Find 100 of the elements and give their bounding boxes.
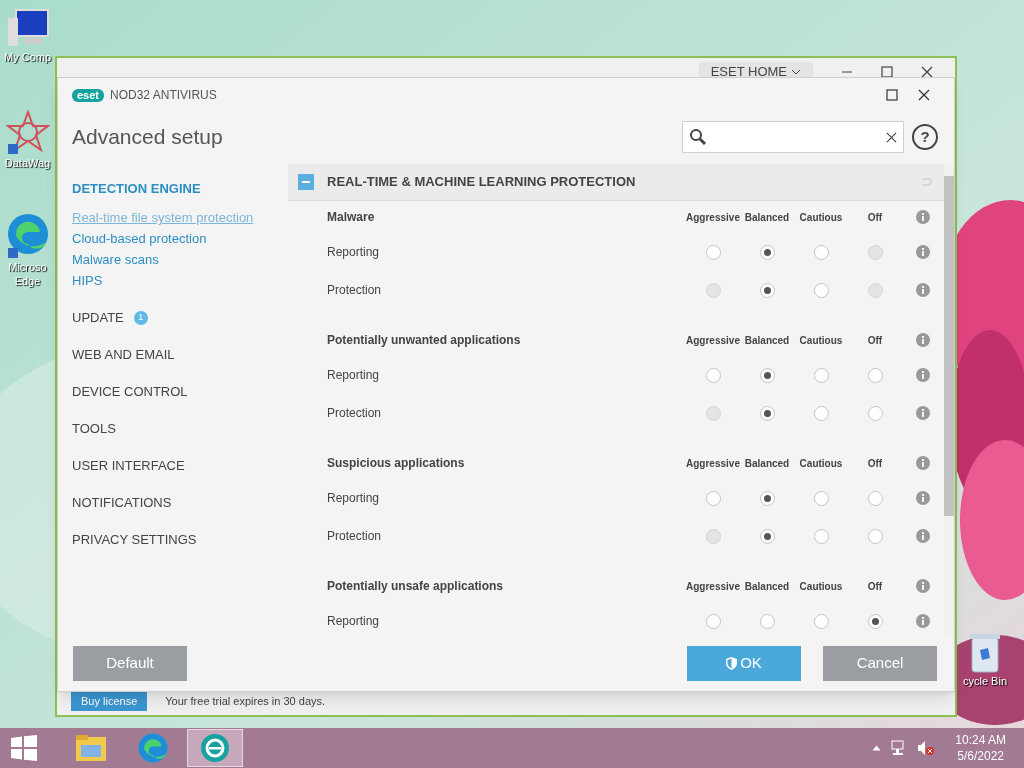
radio-button[interactable] [759,282,775,298]
column-header: Aggressive [686,579,740,594]
radio-button[interactable] [759,244,775,260]
radio-button[interactable] [813,282,829,298]
column-header: Balanced [743,210,791,225]
close-icon[interactable] [918,89,930,101]
radio-button[interactable] [759,405,775,421]
radio-button[interactable] [867,613,883,629]
chevron-down-icon[interactable] [791,69,801,75]
radio-button[interactable] [759,528,775,544]
radio-button[interactable] [813,490,829,506]
sidebar-item[interactable]: NOTIFICATIONS [72,492,172,513]
column-header: Cautious [798,333,844,348]
info-icon[interactable] [916,368,930,382]
radio-button[interactable] [705,367,721,383]
column-header: Off [866,456,884,471]
setting-label: Reporting [327,613,381,630]
clock-date: 5/6/2022 [957,748,1004,764]
setting-label: Protection [327,282,383,299]
edge-icon[interactable] [5,212,50,260]
group-title: Potentially unwanted applications [327,332,522,349]
info-icon[interactable] [916,614,930,628]
info-icon[interactable] [916,333,930,347]
info-icon[interactable] [916,210,930,224]
close-icon[interactable] [921,66,933,78]
setting-label: Reporting [327,367,381,384]
setting-label: Reporting [327,490,381,507]
radio-button[interactable] [867,490,883,506]
start-icon[interactable] [11,735,37,761]
section-header[interactable]: REAL-TIME & MACHINE LEARNING PROTECTION [288,164,944,201]
info-icon[interactable] [916,283,930,297]
muted-speaker-icon[interactable] [917,740,936,756]
sidebar-item[interactable]: WEB AND EMAIL [72,344,175,365]
icon-label: Microso [8,260,47,274]
trial-notice: Your free trial expires in 30 days. [165,693,326,709]
radio-button[interactable] [813,528,829,544]
radio-button[interactable] [867,405,883,421]
column-header: Aggressive [686,210,740,225]
column-header: Aggressive [686,333,740,348]
search-icon [689,128,707,146]
sidebar-item[interactable]: PRIVACY SETTINGS [72,529,197,550]
collapse-icon[interactable] [298,174,314,190]
maximize-icon[interactable] [886,89,898,101]
column-header: Cautious [798,456,844,471]
info-icon[interactable] [916,491,930,505]
radio-button[interactable] [759,490,775,506]
icon-label: cycle Bin [963,674,1007,688]
search-field[interactable] [682,121,904,153]
group-title: Suspicious applications [327,455,466,472]
info-icon[interactable] [916,245,930,259]
help-button[interactable]: ? [912,124,938,150]
maximize-icon[interactable] [881,66,893,78]
radio-button[interactable] [813,613,829,629]
radio-button[interactable] [813,244,829,260]
column-header: Off [866,333,884,348]
sidebar-item[interactable]: TOOLS [72,418,116,439]
icon-label: DataWag [4,156,51,170]
section-title: REAL-TIME & MACHINE LEARNING PROTECTION [327,173,636,192]
taskbar-button[interactable] [187,729,243,767]
sidebar-item[interactable]: UPDATE [72,307,124,328]
radio-button[interactable] [867,367,883,383]
sidebar-item[interactable]: USER INTERFACE [72,455,185,476]
clear-icon[interactable] [886,131,897,143]
folder-icon[interactable] [75,733,107,763]
radio-button[interactable] [813,405,829,421]
setting-label: Reporting [327,244,381,261]
radio-button[interactable] [705,613,721,629]
radio-button[interactable] [759,613,775,629]
radio-button[interactable] [705,244,721,260]
chevron-up-icon[interactable] [872,745,882,751]
group-title: Potentially unsafe applications [327,578,505,595]
shield-icon [726,657,738,670]
group-title: Malware [327,209,376,226]
brand-logo: eset [72,88,105,102]
icon-label: Edge [14,274,41,288]
setting-label: Protection [327,405,383,422]
radio-button[interactable] [705,490,721,506]
edge-icon[interactable] [137,732,169,764]
radio-button[interactable] [759,367,775,383]
info-icon[interactable] [916,529,930,543]
column-header: Balanced [743,456,791,471]
info-icon[interactable] [916,579,930,593]
clock-time: 10:24 AM [955,732,1006,748]
column-header: Cautious [798,210,844,225]
product-name: NOD32 ANTIVIRUS [110,87,217,104]
column-header: Balanced [743,579,791,594]
radio-button[interactable] [867,528,883,544]
radio-button[interactable] [813,367,829,383]
column-header: Off [866,210,884,225]
column-header: Aggressive [686,456,740,471]
sidebar-item[interactable]: DEVICE CONTROL [72,381,188,402]
column-header: Balanced [743,333,791,348]
shield-app-icon[interactable] [200,733,230,763]
page-title: Advanced setup [72,124,223,151]
column-header: Off [866,579,884,594]
info-icon[interactable] [916,406,930,420]
scrollbar[interactable] [944,164,954,636]
info-icon[interactable] [916,456,930,470]
column-header: Cautious [798,579,844,594]
star-icon[interactable] [5,110,50,156]
